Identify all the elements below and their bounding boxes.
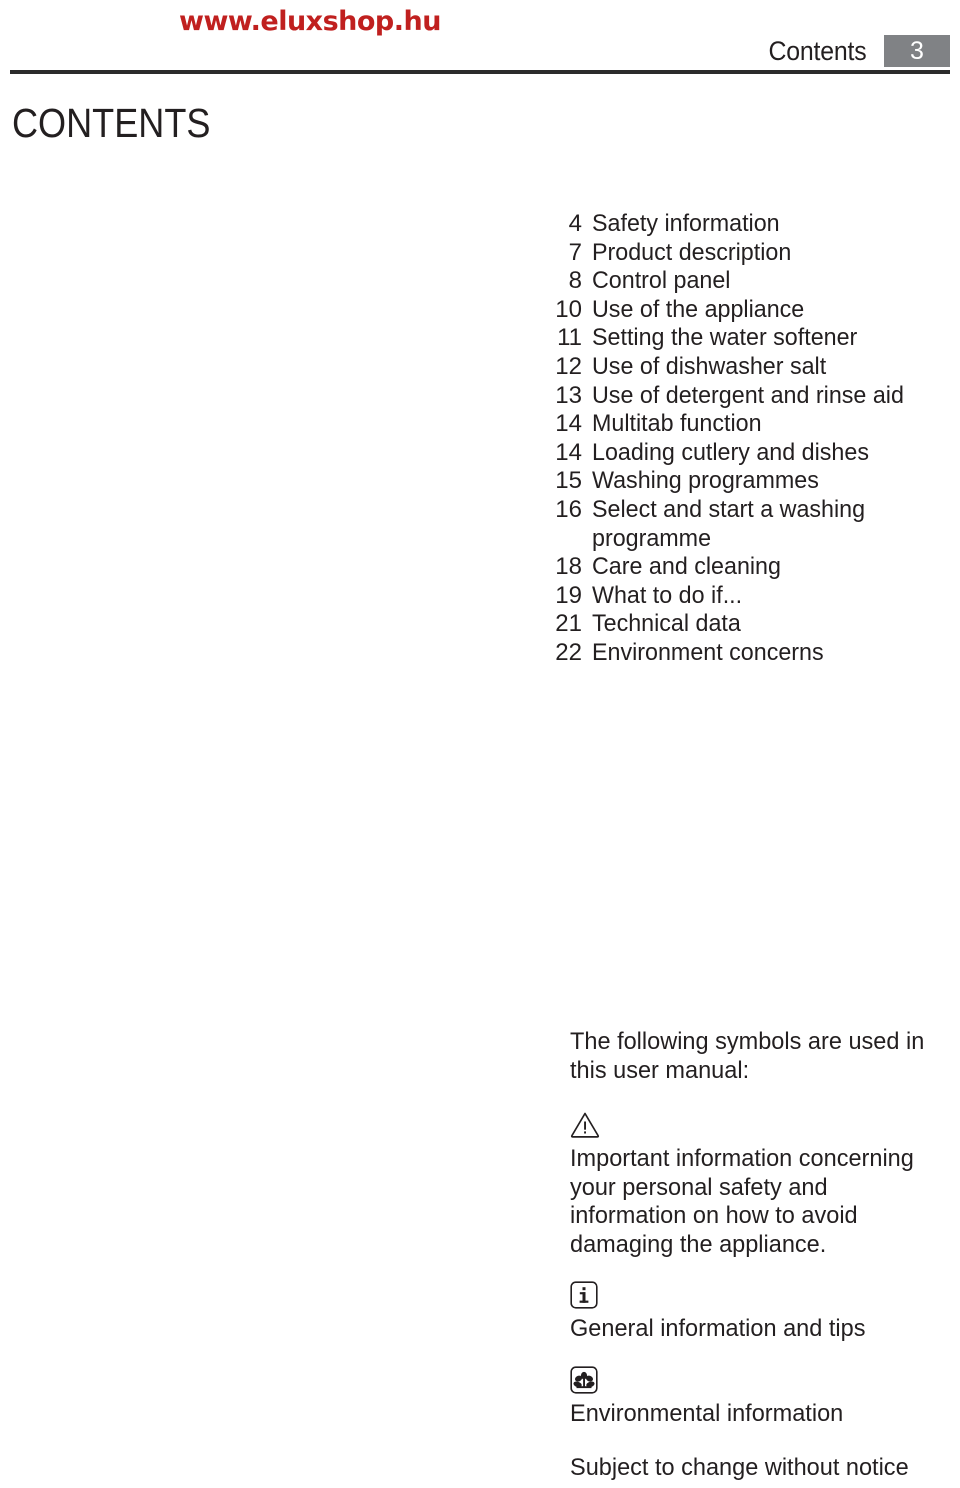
toc-entry-title: Use of detergent and rinse aid <box>592 381 904 409</box>
toc-page-number: 14 <box>555 438 582 466</box>
toc-page-number: 11 <box>557 324 582 352</box>
legend-info-text: General information and tips <box>570 1315 866 1342</box>
list-item[interactable]: 16 Select and start a washing <box>540 496 950 525</box>
header-divider <box>10 70 950 74</box>
header-right-group: Contents 3 <box>760 33 950 69</box>
table-of-contents: 4 Safety information 7 Product descripti… <box>540 210 950 668</box>
legend-footer-note: Subject to change without notice <box>570 1454 909 1481</box>
toc-page-number: 8 <box>568 267 582 295</box>
list-item[interactable]: 19 What to do if... <box>540 582 950 611</box>
list-item[interactable]: 18 Care and cleaning <box>540 553 950 582</box>
warning-triangle-icon <box>570 1111 955 1141</box>
toc-entry-title: Product description <box>592 238 792 266</box>
list-item[interactable]: 12 Use of dishwasher salt <box>540 353 950 382</box>
toc-entry-title: Safety information <box>592 210 780 237</box>
toc-page-number: 19 <box>555 581 582 609</box>
toc-page-number: 13 <box>555 381 582 409</box>
toc-entry-title: Control panel <box>592 267 731 295</box>
list-item[interactable]: 14 Multitab function <box>540 410 950 439</box>
toc-page-number: 15 <box>555 467 582 495</box>
toc-page-number: 7 <box>568 238 582 266</box>
page-number-badge: 3 <box>884 35 950 67</box>
toc-page-number: 16 <box>555 495 582 523</box>
toc-page-number: 18 <box>555 553 582 581</box>
toc-entry-title: Washing programmes <box>592 467 819 495</box>
toc-page-number: 22 <box>555 638 582 666</box>
legend-item-warning: Important information concerning your pe… <box>570 1111 955 1259</box>
list-item[interactable]: 22 Environment concerns <box>540 639 950 668</box>
legend-environment-text: Environmental information <box>570 1399 844 1427</box>
toc-entry-title: Technical data <box>592 610 741 638</box>
toc-entry-title: Use of the appliance <box>592 295 805 323</box>
site-watermark: www.eluxshop.hu <box>179 6 441 37</box>
list-item[interactable]: 10 Use of the appliance <box>540 296 950 325</box>
toc-page-number: 14 <box>555 410 582 438</box>
toc-entry-title: Care and cleaning <box>592 553 781 581</box>
legend-item-environment: Environmental information <box>570 1365 955 1429</box>
legend-warning-text: Important information concerning your pe… <box>570 1145 914 1258</box>
toc-page-number: 12 <box>555 352 582 380</box>
toc-entry-title: Setting the water softener <box>592 324 858 352</box>
toc-page-number: 10 <box>555 295 582 323</box>
list-item[interactable]: 7 Product description <box>540 239 950 268</box>
toc-entry-title: Use of dishwasher salt <box>592 352 827 380</box>
environment-flower-icon <box>570 1365 955 1396</box>
list-item[interactable]: 14 Loading cutlery and dishes <box>540 439 950 468</box>
toc-page-number: 4 <box>568 210 582 237</box>
list-item[interactable]: 15 Washing programmes <box>540 467 950 496</box>
list-item[interactable]: 13 Use of detergent and rinse aid <box>540 382 950 411</box>
symbols-legend: The following symbols are used in this u… <box>570 1028 955 1483</box>
page-title: CONTENTS <box>12 100 211 146</box>
legend-item-info: General information and tips <box>570 1281 955 1344</box>
list-item[interactable]: 21 Technical data <box>540 610 950 639</box>
info-icon <box>570 1281 955 1311</box>
list-item[interactable]: 11 Setting the water softener <box>540 324 950 353</box>
list-item[interactable]: 8 Control panel <box>540 267 950 296</box>
toc-entry-title: Loading cutlery and dishes <box>592 438 869 466</box>
toc-page-number: 21 <box>555 610 582 638</box>
toc-entry-title: Environment concerns <box>592 638 824 666</box>
list-item-continuation[interactable]: programme <box>540 525 950 554</box>
toc-entry-title: What to do if... <box>592 581 743 609</box>
section-label: Contents <box>768 35 866 66</box>
toc-entry-title: programme <box>592 524 712 552</box>
list-item[interactable]: 4 Safety information <box>540 210 950 239</box>
legend-intro-text: The following symbols are used in this u… <box>570 1028 925 1084</box>
toc-entry-title: Select and start a washing <box>592 495 866 523</box>
toc-entry-title: Multitab function <box>592 410 762 438</box>
